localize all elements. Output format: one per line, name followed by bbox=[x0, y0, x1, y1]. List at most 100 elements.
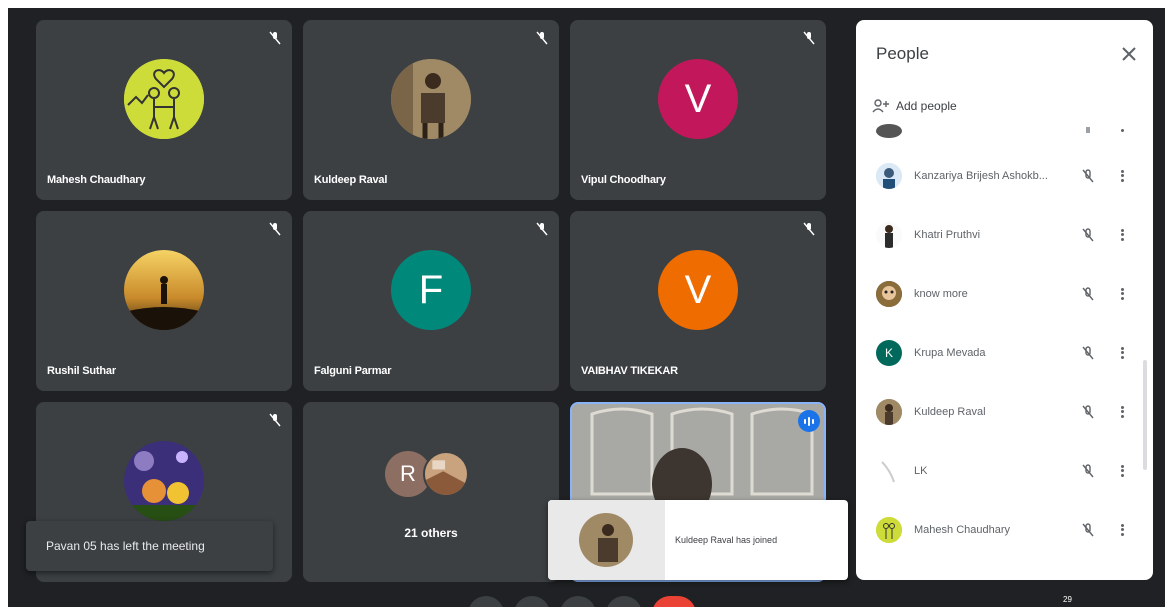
control-button[interactable] bbox=[560, 596, 596, 607]
joined-toast: Kuldeep Raval has joined bbox=[548, 500, 848, 580]
more-options-icon[interactable] bbox=[1118, 168, 1126, 184]
person-photo-icon bbox=[876, 162, 902, 189]
mic-off-icon bbox=[1082, 345, 1094, 359]
close-icon[interactable] bbox=[1119, 44, 1139, 64]
mic-off-icon bbox=[1086, 127, 1090, 133]
control-button[interactable] bbox=[514, 596, 550, 607]
participant-row[interactable]: K Krupa Mevada bbox=[856, 323, 1153, 382]
person-photo-icon bbox=[876, 280, 902, 307]
avatar-letter: F bbox=[418, 267, 444, 312]
participant-avatar bbox=[876, 398, 902, 425]
mic-off-icon bbox=[269, 413, 281, 427]
more-options-icon[interactable] bbox=[1118, 345, 1126, 361]
avatar bbox=[124, 250, 204, 331]
participant-name: Krupa Mevada bbox=[914, 346, 986, 359]
joined-avatar bbox=[548, 500, 665, 580]
participant-row[interactable]: Mahesh Chaudhary bbox=[856, 500, 1153, 559]
participant-row[interactable]: Khatri Pruthvi bbox=[856, 205, 1153, 264]
participant-tile[interactable]: Rushil Suthar bbox=[36, 211, 292, 391]
mic-off-icon bbox=[269, 222, 281, 236]
avatar bbox=[124, 441, 204, 522]
others-avatar bbox=[423, 451, 469, 497]
participant-name: Mahesh Chaudhary bbox=[914, 523, 1011, 536]
more-options-icon[interactable] bbox=[1118, 463, 1126, 479]
mic-off-icon bbox=[803, 31, 815, 45]
person-photo-icon bbox=[876, 398, 902, 425]
participant-avatar bbox=[876, 516, 902, 543]
cartoon-image-icon bbox=[124, 441, 204, 522]
mic-off-icon bbox=[1082, 227, 1094, 241]
mic-off-icon bbox=[1082, 463, 1094, 477]
avatar-letter: V bbox=[684, 267, 712, 312]
others-count-label: 21 others bbox=[404, 526, 458, 540]
participant-tile[interactable]: Mahesh Chaudhary bbox=[36, 20, 292, 200]
add-person-icon bbox=[872, 99, 889, 113]
participant-avatar bbox=[876, 162, 902, 189]
participant-name: Mahesh Chaudhary bbox=[47, 174, 146, 186]
participant-tile[interactable]: Kuldeep Raval bbox=[303, 20, 559, 200]
participant-name: Rushil Suthar bbox=[47, 365, 116, 377]
avatar: V bbox=[658, 59, 738, 140]
participant-row[interactable] bbox=[856, 116, 1153, 146]
mic-off-icon bbox=[1082, 522, 1094, 536]
participant-row[interactable]: LK bbox=[856, 441, 1153, 500]
add-people-label: Add people bbox=[896, 99, 957, 113]
meeting-stage: Mahesh Chaudhary Kuldeep Raval V Vipul C… bbox=[8, 8, 1165, 607]
avatar bbox=[391, 59, 471, 140]
more-options-icon[interactable] bbox=[1118, 286, 1126, 302]
scrollbar[interactable] bbox=[1143, 360, 1147, 470]
person-photo-icon bbox=[876, 221, 902, 248]
people-count: 29 bbox=[1063, 595, 1072, 604]
more-options-icon[interactable] bbox=[1118, 404, 1126, 420]
mic-off-icon bbox=[536, 222, 548, 236]
participant-row[interactable]: Kuldeep Raval bbox=[856, 382, 1153, 441]
avatar: V bbox=[658, 250, 738, 331]
more-options-icon[interactable] bbox=[1118, 227, 1126, 243]
photo-icon bbox=[425, 453, 467, 495]
participant-list: Kanzariya Brijesh Ashokb... Khatri Pruth… bbox=[856, 124, 1153, 559]
avatar-letter: K bbox=[884, 345, 893, 360]
toast-message: Pavan 05 has left the meeting bbox=[46, 539, 205, 553]
avatar bbox=[124, 59, 204, 140]
participant-name: know more bbox=[914, 287, 968, 300]
control-button[interactable] bbox=[606, 596, 642, 607]
mic-off-icon bbox=[1082, 286, 1094, 300]
mic-off-icon bbox=[1082, 404, 1094, 418]
avatar-letter: V bbox=[684, 76, 712, 121]
call-controls bbox=[468, 596, 696, 607]
more-options-icon[interactable] bbox=[1118, 522, 1126, 538]
participant-avatar bbox=[876, 221, 902, 248]
mic-off-icon bbox=[536, 31, 548, 45]
avatar: F bbox=[391, 250, 471, 331]
mic-off-icon bbox=[803, 222, 815, 236]
participant-tile[interactable]: V VAIBHAV TIKEKAR bbox=[570, 211, 826, 391]
avatar-letter: R bbox=[400, 461, 416, 486]
participant-tile[interactable]: V Vipul Choodhary bbox=[570, 20, 826, 200]
participant-avatar bbox=[876, 280, 902, 307]
add-people-button[interactable]: Add people bbox=[872, 98, 957, 114]
couple-illustration-icon bbox=[876, 516, 902, 543]
participant-name: VAIBHAV TIKEKAR bbox=[581, 365, 678, 377]
sunset-silhouette-icon bbox=[124, 250, 204, 331]
mic-off-icon bbox=[269, 31, 281, 45]
more-options-icon[interactable] bbox=[1118, 127, 1126, 135]
participant-name: Falguni Parmar bbox=[314, 365, 392, 377]
participant-avatar bbox=[876, 457, 902, 484]
participant-name: Kuldeep Raval bbox=[914, 405, 986, 418]
participant-name: Khatri Pruthvi bbox=[914, 228, 981, 241]
mic-off-icon bbox=[1082, 168, 1094, 182]
person-photo-icon bbox=[876, 457, 902, 484]
participant-row[interactable]: Kanzariya Brijesh Ashokb... bbox=[856, 146, 1153, 205]
toast-message: Kuldeep Raval has joined bbox=[675, 535, 778, 545]
control-button[interactable] bbox=[468, 596, 504, 607]
participant-tile[interactable]: F Falguni Parmar bbox=[303, 211, 559, 391]
others-avatars: R bbox=[385, 451, 477, 497]
person-photo-icon bbox=[548, 500, 665, 580]
participant-row[interactable]: know more bbox=[856, 264, 1153, 323]
left-meeting-toast: Pavan 05 has left the meeting bbox=[26, 521, 273, 571]
participant-avatar bbox=[876, 124, 902, 138]
others-tile[interactable]: R 21 others bbox=[303, 402, 559, 582]
participant-name: Kanzariya Brijesh Ashokb... bbox=[914, 169, 1048, 182]
participant-name: Kuldeep Raval bbox=[314, 174, 388, 186]
end-call-button[interactable] bbox=[652, 596, 696, 607]
